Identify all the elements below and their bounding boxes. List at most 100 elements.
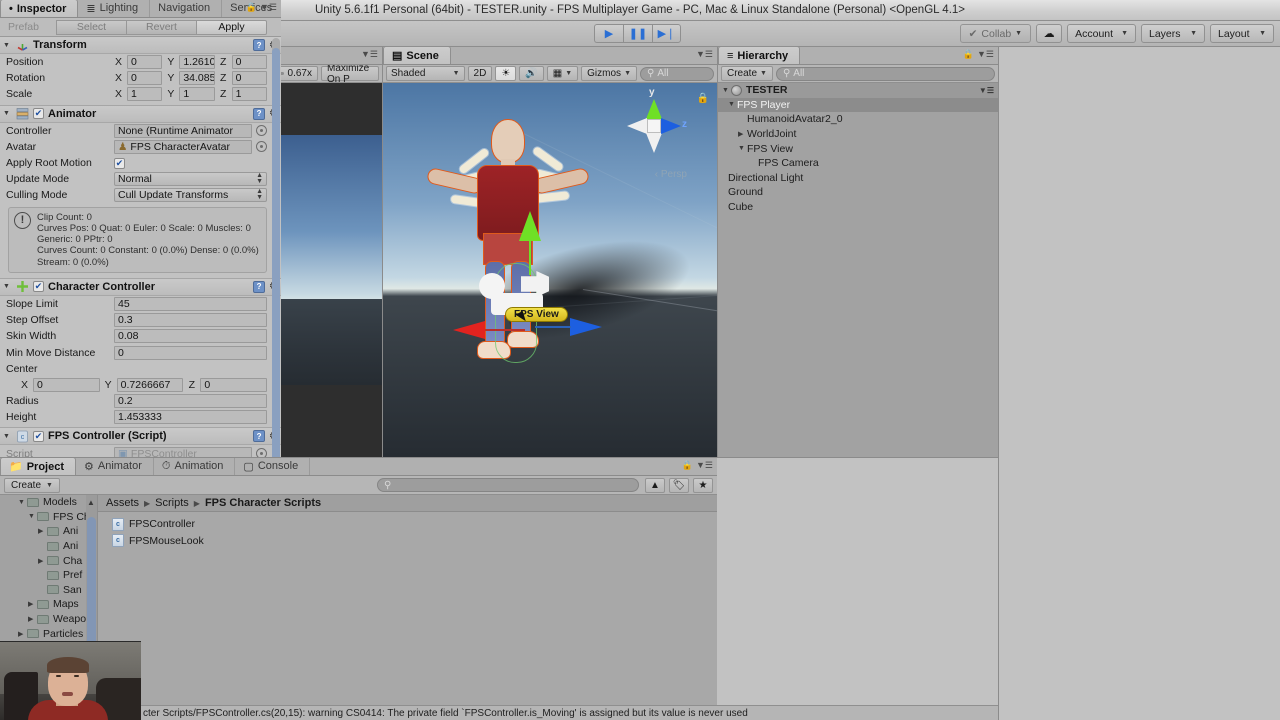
panel-menu-icon[interactable]: ▼☰	[977, 49, 994, 60]
folder-weapons[interactable]: Weapo	[0, 612, 97, 627]
layers-dropdown[interactable]: Layers ▼	[1141, 24, 1205, 43]
scroll-up-icon[interactable]: ▲	[87, 498, 95, 507]
panel-menu-icon[interactable]: ▼☰	[696, 460, 713, 471]
project-asset-browser[interactable]: Assets ▶ Scripts ▶ FPS Character Scripts…	[97, 495, 717, 720]
gizmo-center-cube[interactable]	[647, 119, 661, 133]
divider-scene-hierarchy[interactable]	[717, 47, 718, 457]
component-enabled-checkbox[interactable]: ✔	[33, 281, 44, 293]
chevron-down-icon[interactable]	[3, 433, 12, 440]
update-mode-dropdown[interactable]: Normal ▲ ▼	[114, 172, 267, 187]
toggle-2d-button[interactable]: 2D	[467, 66, 493, 81]
hierarchy-create-button[interactable]: Create ▼	[721, 66, 773, 81]
scene-menu-icon[interactable]: ▼☰	[979, 86, 998, 95]
tab-console[interactable]: ▢ Console	[235, 457, 311, 475]
project-create-button[interactable]: Create ▼	[4, 477, 60, 493]
panel-menu-icon[interactable]: ▼☰	[361, 49, 378, 60]
scene-search-input[interactable]: ⚲ All	[640, 66, 714, 81]
center-y-field[interactable]: 0.7266667	[116, 378, 184, 393]
pause-button[interactable]: ❚❚	[623, 24, 652, 43]
tab-navigation[interactable]: Navigation	[150, 0, 223, 17]
scale-z-field[interactable]: 1	[231, 87, 267, 102]
breadcrumb[interactable]: Assets ▶ Scripts ▶ FPS Character Scripts	[98, 495, 717, 512]
move-gizmo-x-axis[interactable]	[453, 321, 485, 339]
layout-dropdown[interactable]: Layout ▼	[1210, 24, 1274, 43]
rotation-x-field[interactable]: 0	[127, 71, 163, 86]
component-enabled-checkbox[interactable]: ✔	[33, 108, 44, 120]
divider-views-project[interactable]	[0, 457, 998, 458]
scene-panel-menu[interactable]: ▼☰	[696, 49, 713, 60]
help-icon[interactable]: ?	[253, 280, 266, 293]
inspector-panel-menu[interactable]: 🔒 ▼☰	[246, 2, 277, 13]
chevron-right-icon[interactable]	[28, 615, 37, 623]
folder-animations-2[interactable]: Ani	[0, 539, 97, 554]
tab-animator[interactable]: ⚙ Animator	[76, 457, 154, 475]
height-field[interactable]: 1.453333	[114, 410, 267, 425]
rotation-y-field[interactable]: 34.085	[179, 71, 215, 86]
object-picker-icon[interactable]	[256, 141, 267, 153]
play-button[interactable]: ▶	[594, 24, 623, 43]
chevron-right-icon[interactable]	[28, 600, 37, 608]
scene-projection-label[interactable]: ‹ Persp	[655, 169, 687, 180]
help-icon[interactable]: ?	[253, 430, 266, 443]
scene-lighting-toggle[interactable]: ☀	[495, 66, 517, 81]
tab-inspector[interactable]: • Inspector	[0, 0, 79, 17]
culling-mode-dropdown[interactable]: Cull Update Transforms ▲ ▼	[114, 188, 267, 203]
step-offset-field[interactable]: 0.3	[114, 313, 267, 328]
project-tree-scroll-thumb[interactable]	[87, 517, 96, 647]
breadcrumb-assets[interactable]: Assets	[106, 497, 139, 509]
project-panel-menu[interactable]: 🔒 ▼☰	[682, 460, 713, 471]
object-picker-icon[interactable]	[256, 125, 267, 137]
scene-fx-toggle[interactable]: ▦ ▼	[546, 66, 579, 81]
apply-root-motion-checkbox[interactable]: ✔	[114, 157, 125, 169]
folder-fps-character[interactable]: FPS Ch	[0, 510, 97, 525]
radius-field[interactable]: 0.2	[114, 394, 267, 409]
favorites-icon[interactable]: ★	[693, 477, 713, 493]
chevron-right-icon[interactable]	[18, 630, 27, 638]
divider-game-scene[interactable]	[382, 47, 383, 457]
hierarchy-tree[interactable]: TESTER ▼☰ FPS Player HumanoidAvatar2_0 W…	[718, 83, 998, 457]
component-header[interactable]: ✔ Character Controller ? ⚙	[0, 278, 281, 296]
playback-controls[interactable]: ▶ ❚❚ ▶❘	[594, 24, 681, 43]
rotation-z-field[interactable]: 0	[231, 71, 267, 86]
project-search-input[interactable]: ⚲	[377, 478, 639, 492]
tab-animation[interactable]: ⏱ Animation	[154, 457, 236, 475]
asset-item-fpscontroller[interactable]: c FPSController	[98, 516, 717, 533]
help-icon[interactable]: ?	[253, 39, 266, 51]
lock-icon[interactable]: 🔒	[963, 49, 974, 60]
shading-mode-dropdown[interactable]: Shaded ▼	[386, 66, 465, 81]
collab-button[interactable]: ✔ Collab ▼	[959, 24, 1032, 43]
scale-x-field[interactable]: 1	[127, 87, 163, 102]
hierarchy-scene-root[interactable]: TESTER ▼☰	[718, 83, 998, 98]
chevron-right-icon[interactable]	[38, 557, 47, 565]
breadcrumb-current[interactable]: FPS Character Scripts	[205, 497, 321, 509]
gizmo-z-cone[interactable]	[661, 118, 681, 134]
folder-particles[interactable]: Particles	[0, 626, 97, 641]
position-x-field[interactable]: 0	[127, 55, 163, 70]
gizmo-x-cone[interactable]	[627, 118, 647, 134]
center-z-field[interactable]: 0	[200, 378, 268, 393]
filter-by-type-icon[interactable]: ▲	[645, 477, 665, 493]
min-move-distance-field[interactable]: 0	[114, 345, 267, 360]
step-button[interactable]: ▶❘	[652, 24, 681, 43]
component-header[interactable]: Transform ? ⚙	[0, 37, 281, 54]
hierarchy-item-fps-view[interactable]: FPS View	[718, 141, 998, 156]
maximize-on-play-button[interactable]: Maximize On P	[321, 63, 379, 85]
chevron-down-icon[interactable]	[728, 101, 737, 108]
chevron-down-icon[interactable]	[3, 110, 12, 117]
gizmo-y-negative-cone[interactable]	[646, 133, 662, 153]
chevron-right-icon[interactable]	[38, 527, 47, 535]
filter-by-label-icon[interactable]: 🏷	[669, 477, 689, 493]
tab-hierarchy[interactable]: ≡ Hierarchy	[718, 46, 801, 64]
skin-width-field[interactable]: 0.08	[114, 329, 267, 344]
move-gizmo-y-axis[interactable]	[519, 211, 541, 241]
prefab-revert-button[interactable]: Revert	[126, 19, 196, 35]
avatar-object-field[interactable]: ♟ FPS CharacterAvatar	[114, 139, 252, 154]
hierarchy-item-fps-player[interactable]: FPS Player	[718, 97, 998, 113]
help-icon[interactable]: ?	[253, 107, 266, 120]
hierarchy-search-input[interactable]: ⚲ All	[775, 66, 995, 81]
hierarchy-item-fps-camera[interactable]: FPS Camera	[718, 156, 998, 171]
hierarchy-item-cube[interactable]: Cube	[718, 200, 998, 215]
center-x-field[interactable]: 0	[33, 378, 100, 393]
chevron-down-icon[interactable]	[18, 499, 27, 506]
hierarchy-panel-menu[interactable]: 🔒 ▼☰	[963, 49, 994, 60]
